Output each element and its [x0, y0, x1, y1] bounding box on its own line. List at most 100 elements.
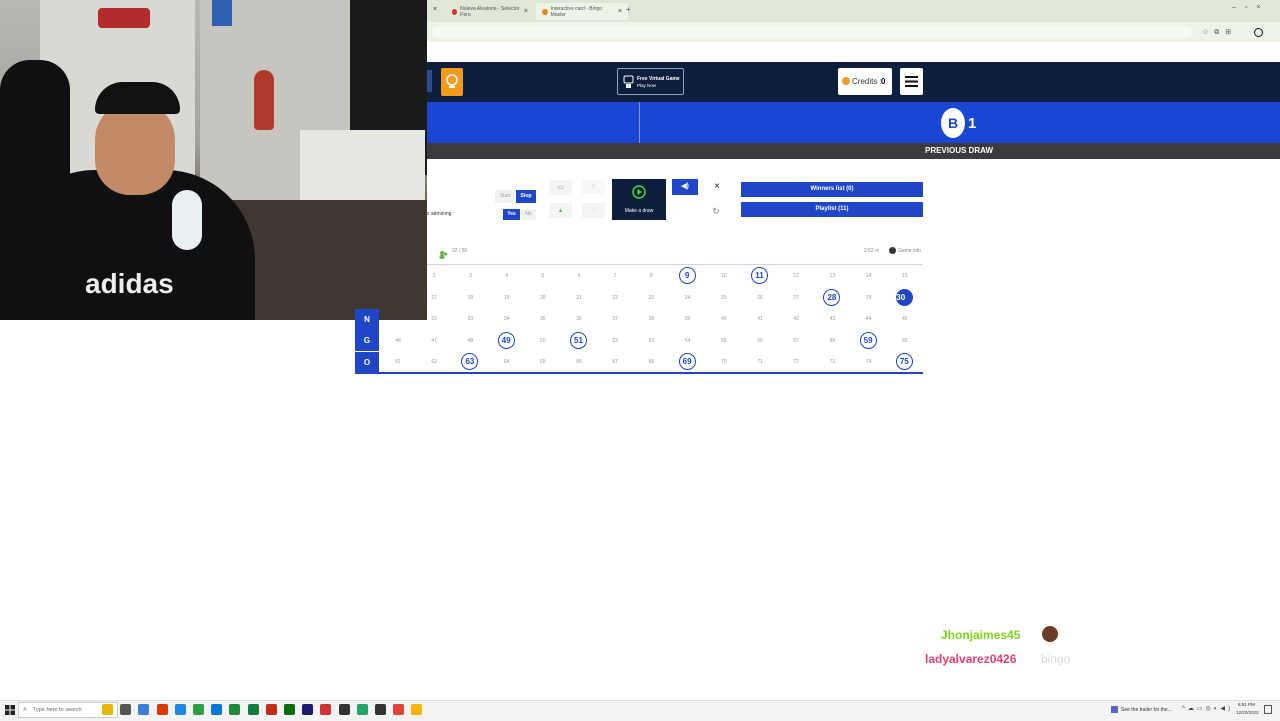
- bingo-number: 21: [576, 294, 582, 301]
- chrome-icon[interactable]: [411, 704, 423, 715]
- webcam-shelf: [300, 130, 425, 200]
- system-tray-icons[interactable]: ^☁▭◎◐◀): [1182, 705, 1233, 712]
- upload-icon[interactable]: ⇧: [582, 180, 605, 195]
- winners-list-button[interactable]: Winners list (0): [741, 182, 923, 197]
- photos-icon[interactable]: [193, 704, 204, 715]
- admin-text: s adminıng: [427, 211, 452, 217]
- yes-toggle[interactable]: Yes: [503, 209, 520, 220]
- bingo-number: 63: [461, 353, 479, 370]
- chat-message: bingo: [1041, 652, 1071, 666]
- playlist-button[interactable]: Playlist (11): [741, 202, 923, 217]
- drawn-count: 32 / 50: [452, 248, 468, 254]
- office-icon[interactable]: [265, 704, 277, 715]
- bingo-number: 26: [757, 294, 763, 301]
- bingo-number: 41: [757, 316, 763, 322]
- task-view-icon[interactable]: [120, 704, 132, 715]
- bingo-number: 68: [648, 359, 655, 365]
- tab-close-icon[interactable]: ×: [618, 8, 622, 15]
- chat-icon[interactable]: ◌: [582, 203, 605, 218]
- tab-nuleva[interactable]: Nuleva Aleatoria - Selector Peru ×: [446, 3, 534, 20]
- notification-icon[interactable]: [1264, 705, 1272, 714]
- terminal-icon[interactable]: [302, 704, 314, 715]
- bingo-number: 11: [751, 267, 768, 284]
- bingo-number: 69: [678, 353, 696, 370]
- widgets-icon[interactable]: [102, 704, 113, 715]
- xbox-icon[interactable]: [284, 704, 295, 715]
- tab-close-icon[interactable]: ×: [433, 6, 437, 13]
- new-tab-button[interactable]: +: [626, 5, 631, 14]
- tab-close-icon[interactable]: ×: [524, 8, 528, 15]
- bingo-number: 52: [612, 337, 618, 344]
- bingo-number: 53: [648, 337, 655, 344]
- free-virtual-game-button[interactable]: Free Virtual Game Play Now: [617, 68, 684, 95]
- obs-icon[interactable]: [338, 704, 350, 715]
- chrome-icon[interactable]: [156, 704, 168, 715]
- bingo-number: 22: [612, 294, 618, 301]
- profile-icon[interactable]: [1254, 28, 1263, 37]
- excel-icon[interactable]: [356, 704, 368, 715]
- chat-username: ladyalvarez0426: [925, 652, 1017, 666]
- windows-start-icon[interactable]: [5, 705, 15, 715]
- tray-news-text[interactable]: See the trailer for the...: [1121, 707, 1172, 713]
- previous-draw-label: PREVIOUS DRAW: [924, 146, 993, 155]
- bingo-number: 72: [793, 359, 799, 365]
- bingo-number: 48: [467, 337, 474, 344]
- chrome-icon[interactable]: [229, 704, 241, 715]
- tab-bingo-master[interactable]: Interactive card - Bingo Master ×: [536, 3, 628, 20]
- windows-taskbar: [0, 700, 1280, 721]
- hamburger-menu-button[interactable]: [900, 68, 923, 95]
- bingo-number: 23: [648, 294, 655, 301]
- bingo-number: 67: [612, 359, 618, 365]
- explorer-icon[interactable]: [174, 704, 186, 715]
- bingo-number: 30: [896, 289, 914, 306]
- bingo-number: 65: [540, 359, 546, 365]
- outlook-icon[interactable]: [211, 704, 223, 715]
- search-icon: ⌕: [23, 706, 27, 713]
- trophy-icon-button[interactable]: [441, 68, 463, 96]
- bingo-number: 38: [648, 316, 655, 322]
- clock-time: 6:51 PM: [1238, 702, 1255, 707]
- sound-icon[interactable]: ◀): [672, 179, 698, 195]
- bingo-number: 20: [540, 294, 546, 301]
- last-ball-number: 1: [968, 115, 977, 132]
- start-toggle[interactable]: Start: [495, 190, 515, 203]
- bingo-number: 51: [570, 331, 587, 349]
- close-draw-button[interactable]: ×: [707, 181, 727, 192]
- row-letter: O: [355, 351, 379, 373]
- bingo-number: 58: [829, 337, 836, 344]
- app-icon[interactable]: [320, 704, 332, 715]
- stop-toggle[interactable]: Stop: [516, 190, 536, 203]
- credits-box[interactable]: Credits : 0: [838, 68, 892, 95]
- address-bar[interactable]: [432, 26, 1192, 38]
- webcam-decor-truck: [98, 8, 150, 28]
- header-left-edge: [427, 70, 432, 92]
- bingo-number: 54: [684, 337, 691, 344]
- tab-title: Nuleva Aleatoria - Selector Peru: [460, 5, 520, 18]
- bingo-number: 73: [829, 359, 836, 365]
- menu-icon: [905, 76, 918, 87]
- window-controls[interactable]: –▫×: [1232, 4, 1269, 11]
- game-info-link[interactable]: Game info: [898, 248, 921, 254]
- bingo-number: 32: [431, 316, 437, 322]
- banner-footer: [427, 143, 1280, 159]
- chat-avatar-icon: [1042, 626, 1058, 642]
- make-draw-button[interactable]: Make a draw: [612, 179, 666, 220]
- promo-subtitle: Play Now: [637, 83, 657, 88]
- lock-icon[interactable]: ▴: [549, 203, 572, 218]
- bingo-number: 49: [497, 331, 515, 349]
- browser-toolbar-icons[interactable]: ☆⧉⊞: [1202, 28, 1237, 37]
- chat-username: Jhonjaimes45: [941, 628, 1021, 642]
- chrome-icon[interactable]: [393, 704, 405, 715]
- app-icon[interactable]: [375, 704, 386, 715]
- bingo-number: 50: [540, 337, 546, 344]
- bingo-number: 35: [540, 316, 546, 322]
- edge-icon[interactable]: [138, 704, 150, 715]
- bingo-number: 28: [823, 288, 841, 306]
- info-icon: [889, 247, 896, 254]
- no-toggle[interactable]: No: [521, 209, 536, 220]
- refresh-icon[interactable]: ↻: [703, 203, 729, 219]
- excel-icon[interactable]: [247, 704, 259, 715]
- bingo-number: 46: [395, 337, 401, 344]
- bingo-number: 19: [503, 294, 510, 301]
- monitor-icon[interactable]: ▭: [549, 180, 572, 195]
